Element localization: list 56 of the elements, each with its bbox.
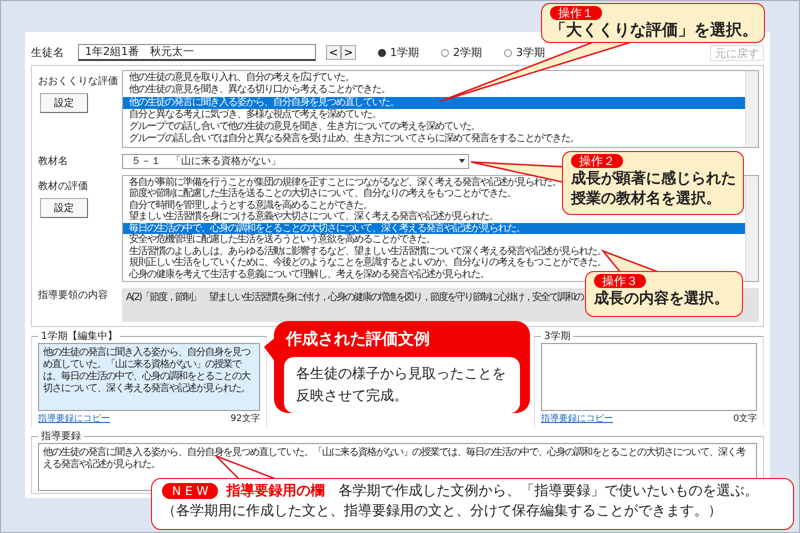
copy-link[interactable]: 指導要録にコピー: [541, 412, 613, 426]
settings-button[interactable]: 設定: [40, 93, 88, 113]
radio-label[interactable]: 3学期: [516, 45, 545, 60]
field-label: おおくくりな評価: [38, 74, 118, 88]
radio-label[interactable]: 1学期: [390, 45, 419, 60]
list-item[interactable]: グループでの話し合いで他の生徒の意見を聞き、生き方についての考えを深めていた。: [123, 121, 480, 134]
list-item[interactable]: 節度や節制に配慮した生活を送ることの大切さについて、自分なりの考えをもつことができた。: [123, 188, 516, 200]
character-count: 0文字: [733, 412, 757, 426]
dropdown-arrow-icon[interactable]: [459, 159, 465, 164]
comment-box[interactable]: 他の生徒の発言に聞き入る姿から、自分自身を見つめ直していた。「山に来る資格がない」の授業では、毎日の生活の中で、心身の調和をとることの大切さについて、深く考える発言や記述が見られた。: [38, 343, 260, 412]
next-button[interactable]: >: [341, 45, 356, 60]
callout-text: 成長が顕著に感じられた授業の教材名を選択。: [571, 168, 737, 208]
field-label: 教材の評価: [38, 180, 89, 193]
callout-text: 「大くくりな評価」を選択。: [550, 20, 756, 40]
field-label: 生徒名: [31, 45, 64, 60]
radio-label[interactable]: 2学期: [453, 45, 482, 60]
list-item[interactable]: 安全や危機管理に配慮した生活を送ろうという意欲を高めることができた。: [123, 234, 435, 246]
list-item[interactable]: 自分で時間を管理しようとする意識を高めることができた。: [123, 200, 372, 212]
copy-link[interactable]: 指導要録にコピー: [38, 412, 110, 426]
list-item[interactable]: 他の生徒の発言に聞き入る姿から、自分自身を見つめ直していた。: [123, 96, 745, 109]
panel-title: 指導要録: [40, 430, 82, 444]
list-item[interactable]: 生活習慣のよしあしは、あらゆる活動に影響するなど、望ましい生活習慣について深く考える発言や記述が見られた。: [123, 246, 606, 258]
list-item[interactable]: グループの話し合いでは自分と異なる発言を受け止め、生き方についてさらに深めて発言をすることができた。: [123, 133, 579, 146]
comment-box[interactable]: [541, 343, 757, 412]
radio-button[interactable]: [504, 48, 512, 56]
list-item[interactable]: 望ましい生活習慣を身につける意義や大切さについて、深く考える発言や記述が見られた。: [123, 211, 498, 223]
new-badge: NEW: [162, 483, 218, 499]
panel-title: 1学期【編集中】: [40, 330, 118, 344]
panel-title: 3学期: [543, 330, 572, 344]
field-label: 指導要領の内容: [38, 288, 109, 304]
student-name-field[interactable]: 1年2組1番 秋元太一: [78, 44, 316, 61]
callout-title: 作成された評価文例: [284, 329, 431, 349]
callout-text: 成長の内容を選択。: [594, 288, 730, 308]
step-badge: 操作１: [550, 6, 602, 20]
guideline-text: A(2)「節度，節制」 望ましい生活習慣を身に付け，心身の健康の増進を図り，節度を守り節制に心掛け，安全で調和の: [126, 292, 584, 304]
scrollbar[interactable]: [745, 71, 758, 147]
radio-button[interactable]: [441, 48, 449, 56]
list-item[interactable]: 規則正しい生活をしていくために、今後どのようなことを意識するとよいのか、自分なりの考えをもつことができた。: [123, 257, 606, 269]
settings-button[interactable]: 設定: [40, 198, 88, 218]
radio-button[interactable]: [378, 48, 386, 56]
list-item[interactable]: 他の生徒の意見を取り入れ、自分の考えを広げていた。: [123, 72, 354, 84]
dropdown-value: ５－１ 「山に来る資格がない」: [130, 154, 281, 168]
step-badge: 操作２: [571, 154, 623, 168]
list-box[interactable]: [122, 70, 759, 148]
list-item[interactable]: 自分と異なる考えに気づき、多様な視点で考えを深めていた。: [123, 108, 381, 122]
previous-button[interactable]: <: [326, 45, 341, 60]
scrollbar[interactable]: [745, 176, 758, 282]
list-item[interactable]: 他の生徒の意見を聞き、異なる切り口から考えることができた。: [123, 84, 390, 97]
character-count: 92文字: [230, 412, 260, 426]
list-item[interactable]: 心身の健康を考えて生活する意義について理解し、考えを深める発言や記述が見られた。: [123, 268, 489, 280]
callout-text: 各生徒の様子から見取ったことを反映させて完成。: [284, 357, 520, 413]
callout-note: （各学期用に作成した文と、指導要録用の文と、分けて保存編集することができます。）: [162, 502, 723, 521]
material-dropdown[interactable]: ５－１ 「山に来る資格がない」: [122, 154, 469, 169]
step-badge: 操作３: [594, 274, 646, 288]
field-label: 教材名: [38, 154, 69, 169]
list-item[interactable]: 毎日の生活の中で、心身の調和をとることの大切さについて、深く考える発言や記述が見られた。: [123, 222, 745, 234]
